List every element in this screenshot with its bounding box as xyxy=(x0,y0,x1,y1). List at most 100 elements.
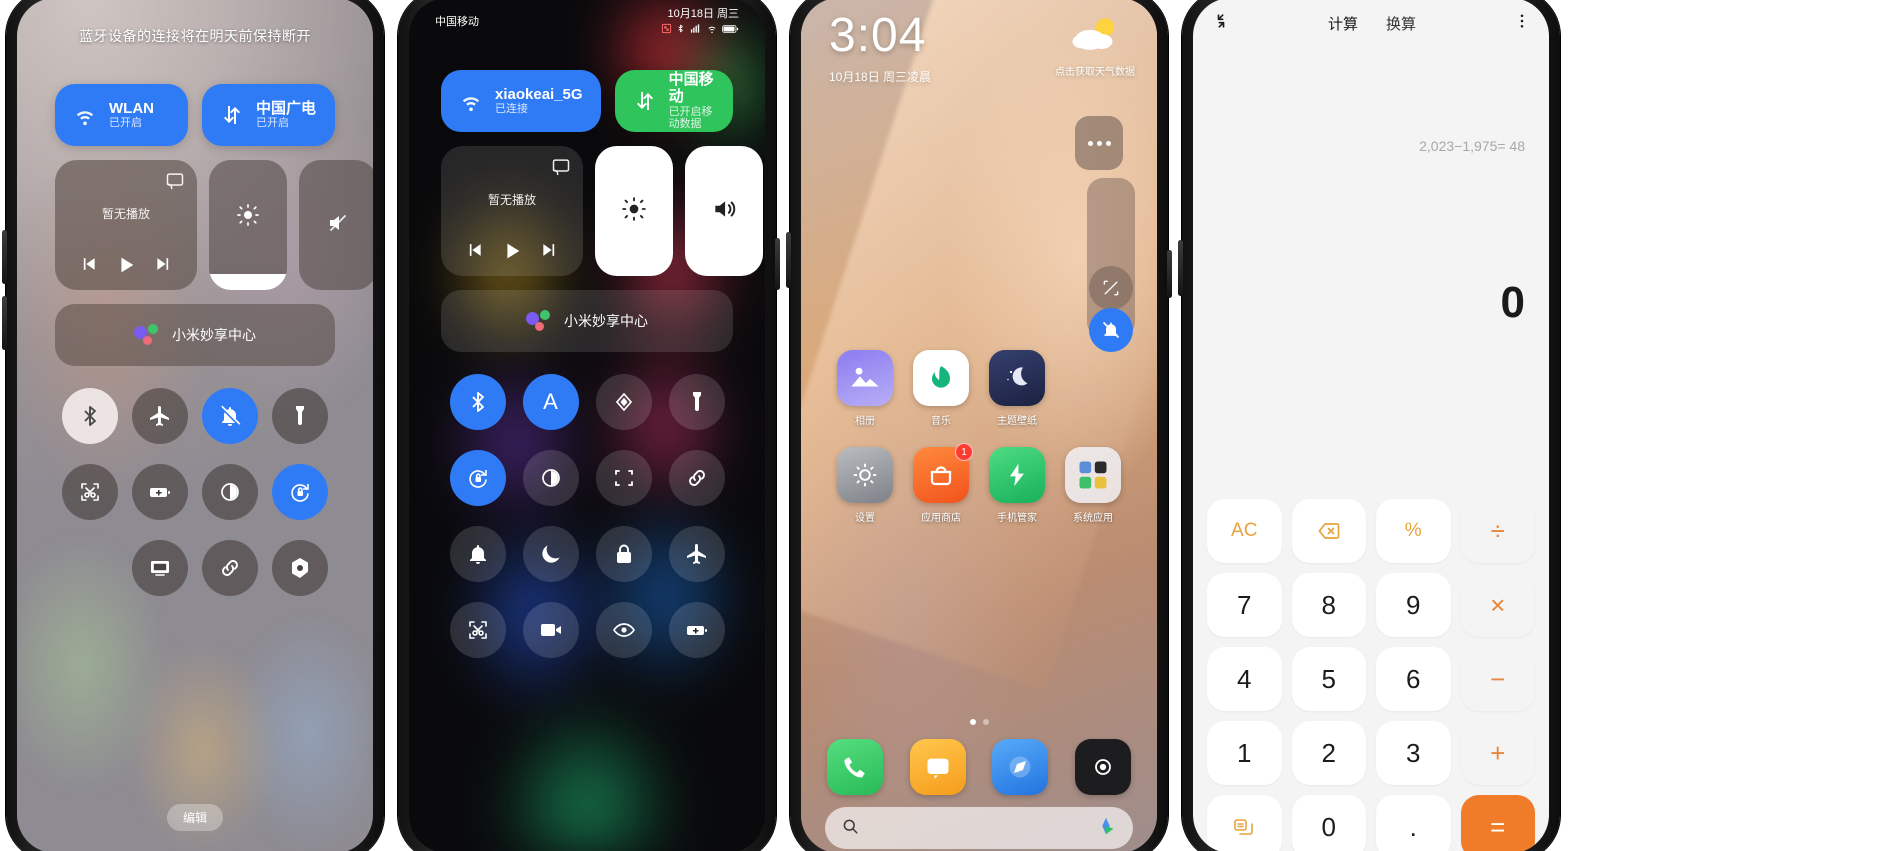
clock-widget[interactable]: 3:04 10月18日 周三凌晨 xyxy=(829,12,931,85)
dnd-toggle[interactable] xyxy=(522,526,579,582)
bluetooth-toggle[interactable] xyxy=(62,388,118,444)
widget-more-button[interactable] xyxy=(1075,116,1123,170)
search-bar[interactable] xyxy=(825,807,1133,849)
multiply-key[interactable]: × xyxy=(1460,573,1535,637)
media-player-card[interactable]: 暂无播放 xyxy=(441,146,583,276)
messages-icon[interactable] xyxy=(909,739,966,795)
app-icon-settings[interactable]: 设置 xyxy=(827,447,903,524)
browser-icon[interactable] xyxy=(992,739,1049,795)
next-icon[interactable] xyxy=(540,240,560,262)
decimal-key[interactable]: . xyxy=(1376,795,1451,851)
six-key[interactable]: 6 xyxy=(1376,647,1451,711)
volume-down-button[interactable] xyxy=(2,296,7,350)
link-toggle[interactable] xyxy=(202,540,258,596)
clear-key[interactable]: AC xyxy=(1207,499,1282,563)
collapse-icon[interactable] xyxy=(1211,11,1231,36)
battery-saver-toggle[interactable] xyxy=(132,464,188,520)
airplane-toggle[interactable] xyxy=(132,388,188,444)
shortcut-icon[interactable] xyxy=(1089,266,1133,310)
tab-calculate[interactable]: 计算 xyxy=(1328,13,1358,34)
mobile-data-tile[interactable]: 中国移动 已开启移动数据 xyxy=(614,70,733,132)
nine-key[interactable]: 9 xyxy=(1376,573,1451,637)
percent-key[interactable]: % xyxy=(1376,499,1451,563)
edit-button[interactable]: 编辑 xyxy=(166,804,224,831)
four-key[interactable]: 4 xyxy=(1207,647,1282,711)
play-icon[interactable] xyxy=(501,240,523,262)
airplane-toggle[interactable] xyxy=(668,526,725,582)
next-icon[interactable] xyxy=(154,254,174,276)
flashlight-toggle[interactable] xyxy=(272,388,328,444)
nfc-toggle[interactable] xyxy=(595,374,652,430)
app-icon-system-folder[interactable]: 系统应用 xyxy=(1055,447,1131,524)
app-icon-gallery[interactable]: 相册 xyxy=(827,350,903,427)
three-key[interactable]: 3 xyxy=(1376,721,1451,785)
volume-slider[interactable] xyxy=(685,146,763,276)
app-icon-music[interactable]: 音乐 xyxy=(903,350,979,427)
volume-up-button[interactable] xyxy=(2,230,7,284)
eight-key[interactable]: 8 xyxy=(1291,573,1366,637)
weather-widget[interactable]: 点击获取天气数据 xyxy=(1055,14,1135,78)
silent-toggle[interactable] xyxy=(202,388,258,444)
cast-screen-toggle[interactable] xyxy=(132,540,188,596)
kebab-menu-icon[interactable] xyxy=(1513,12,1531,35)
bluetooth-toggle[interactable] xyxy=(449,374,506,430)
silent-toggle[interactable] xyxy=(449,526,506,582)
zero-key[interactable]: 0 xyxy=(1291,795,1366,851)
brightness-slider[interactable] xyxy=(595,146,673,276)
wlan-tile[interactable]: xiaokeai_5G 已连接 xyxy=(441,70,601,132)
five-key[interactable]: 5 xyxy=(1291,647,1366,711)
dark-mode-toggle[interactable] xyxy=(522,450,579,506)
accessibility-toggle[interactable]: A xyxy=(522,374,579,430)
silent-shortcut-icon[interactable] xyxy=(1089,308,1133,352)
screenshot-toggle[interactable] xyxy=(62,464,118,520)
camera-icon[interactable] xyxy=(1074,739,1131,795)
volume-slider[interactable] xyxy=(299,160,373,290)
app-icon-themes[interactable]: 主题壁纸 xyxy=(979,350,1055,427)
one-key[interactable]: 1 xyxy=(1207,721,1282,785)
media-transport xyxy=(441,240,583,262)
divide-key[interactable]: ÷ xyxy=(1460,499,1535,563)
prev-icon[interactable] xyxy=(464,240,484,262)
rotation-lock-toggle[interactable] xyxy=(272,464,328,520)
plus-key[interactable]: + xyxy=(1460,721,1535,785)
wlan-tile[interactable]: WLAN 已开启 xyxy=(55,84,188,146)
screenrecord-toggle[interactable] xyxy=(522,602,579,658)
link-toggle[interactable] xyxy=(668,450,725,506)
play-icon[interactable] xyxy=(115,254,137,276)
app-icon-appstore[interactable]: 1 应用商店 xyxy=(903,443,979,524)
seven-key[interactable]: 7 xyxy=(1207,573,1282,637)
page-dot[interactable] xyxy=(982,719,989,725)
page-dot[interactable] xyxy=(969,719,976,725)
eye-care-toggle[interactable] xyxy=(595,602,652,658)
flashlight-toggle[interactable] xyxy=(668,374,725,430)
volume-button[interactable] xyxy=(786,232,791,288)
phone-icon[interactable] xyxy=(827,739,883,795)
mi-share-center-tile[interactable]: 小米妙享中心 xyxy=(55,304,335,366)
media-player-card[interactable]: 暂无播放 xyxy=(55,160,197,290)
backspace-key[interactable] xyxy=(1291,499,1366,563)
tab-convert[interactable]: 换算 xyxy=(1386,13,1416,34)
equals-key[interactable]: = xyxy=(1460,795,1535,851)
dark-mode-toggle[interactable] xyxy=(202,464,258,520)
history-key[interactable] xyxy=(1207,795,1282,851)
minus-key[interactable]: − xyxy=(1460,647,1535,711)
prev-icon[interactable] xyxy=(78,254,98,276)
mi-share-center-tile[interactable]: 小米妙享中心 xyxy=(441,290,733,352)
assistant-icon[interactable] xyxy=(1095,815,1117,842)
mobile-data-tile[interactable]: 中国广电 已开启 xyxy=(202,84,335,146)
app-icon-security[interactable]: 手机管家 xyxy=(979,447,1055,524)
cast-icon[interactable] xyxy=(551,156,571,176)
screenshot-toggle[interactable] xyxy=(449,602,506,658)
battery-saver-toggle[interactable] xyxy=(668,602,725,658)
power-button[interactable] xyxy=(1167,250,1172,298)
power-button[interactable] xyxy=(775,238,780,290)
cast-icon[interactable] xyxy=(165,170,185,190)
two-key[interactable]: 2 xyxy=(1291,721,1366,785)
scan-toggle[interactable] xyxy=(595,450,652,506)
lock-toggle[interactable] xyxy=(595,526,652,582)
rotation-lock-toggle[interactable] xyxy=(449,450,506,506)
brightness-slider[interactable] xyxy=(209,160,287,290)
music-icon xyxy=(913,350,969,406)
settings-toggle[interactable] xyxy=(272,540,328,596)
volume-button[interactable] xyxy=(1178,240,1183,296)
